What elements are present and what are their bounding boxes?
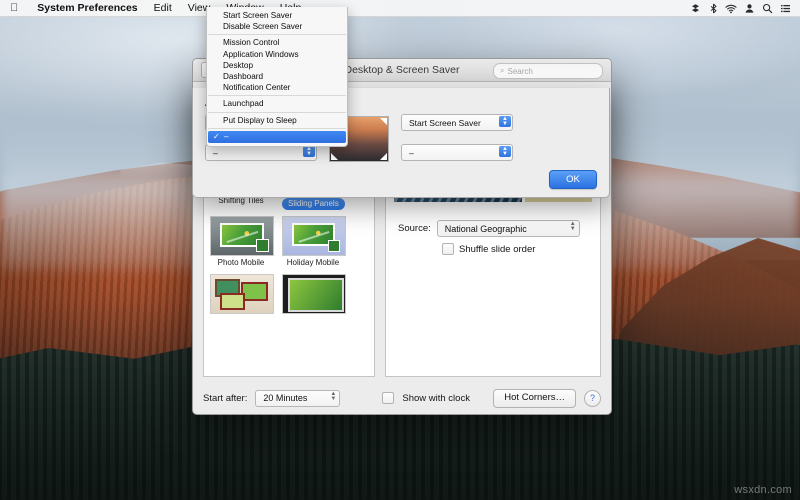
- dropbox-icon[interactable]: [686, 0, 704, 16]
- screensaver-thumbnail: [282, 274, 346, 314]
- menu-option-notification-center[interactable]: Notification Center: [207, 82, 347, 93]
- shuffle-row[interactable]: Shuffle slide order: [442, 243, 600, 255]
- menu-option-desktop[interactable]: Desktop: [207, 60, 347, 71]
- screensaver-name: Holiday Mobile: [286, 258, 340, 267]
- corner-marker-bottom-left-icon: [331, 153, 338, 160]
- show-clock-label: Show with clock: [402, 392, 470, 404]
- chevron-updown-icon: ▲ ▼: [569, 221, 576, 232]
- source-select[interactable]: National Geographic ▲ ▼: [436, 220, 580, 237]
- search-field[interactable]: ⌕ Search: [493, 63, 603, 79]
- menu-option-launchpad[interactable]: Launchpad: [207, 98, 347, 109]
- menu-option-start-screen-saver[interactable]: Start Screen Saver: [207, 10, 347, 21]
- bluetooth-icon[interactable]: [704, 0, 722, 16]
- shuffle-label: Shuffle slide order: [459, 243, 536, 255]
- shuffle-checkbox[interactable]: [442, 243, 454, 255]
- source-row: Source: National Geographic ▲ ▼: [398, 220, 600, 237]
- source-value: National Geographic: [444, 223, 527, 234]
- menu-separator: [208, 127, 346, 129]
- screensaver-name: Sliding Panels: [282, 198, 345, 210]
- wifi-icon[interactable]: [722, 0, 740, 16]
- bottom-left-corner-value: –: [213, 147, 218, 158]
- menu-separator: [208, 95, 346, 97]
- user-account-icon[interactable]: [740, 0, 758, 16]
- list-item[interactable]: [210, 274, 274, 316]
- screensaver-name: Photo Mobile: [217, 258, 265, 267]
- watermark: wsxdn.com: [734, 484, 792, 496]
- list-item[interactable]: [282, 274, 346, 316]
- checkmark-icon: ✓: [213, 131, 220, 141]
- top-right-corner-select[interactable]: Start Screen Saver ▲ ▼: [401, 114, 513, 131]
- bottom-right-corner-select[interactable]: – ▲ ▼: [401, 144, 513, 161]
- apple-menu-icon[interactable]: : [0, 2, 29, 14]
- start-after-value: 20 Minutes: [263, 393, 308, 403]
- source-label: Source:: [398, 223, 431, 234]
- notification-center-icon[interactable]: [776, 0, 794, 16]
- source-options: Source: National Geographic ▲ ▼ Shuffle …: [386, 220, 600, 255]
- menu-option-application-windows[interactable]: Application Windows: [207, 49, 347, 60]
- menu-option-none-selected[interactable]: ✓ –: [208, 130, 346, 143]
- menu-separator: [208, 111, 346, 113]
- bottom-toolbar: Start after: 20 Minutes ▲ ▼ Show with cl…: [203, 388, 601, 408]
- menu-option-dashboard[interactable]: Dashboard: [207, 71, 347, 82]
- menu-item-system-preferences[interactable]: System Preferences: [29, 0, 145, 16]
- show-clock-checkbox[interactable]: [382, 392, 395, 404]
- hot-corners-button[interactable]: Hot Corners…: [493, 388, 576, 408]
- help-button[interactable]: ?: [584, 389, 601, 407]
- screensaver-thumbnail: [210, 216, 274, 256]
- top-right-corner-value: Start Screen Saver: [409, 117, 481, 128]
- search-icon: ⌕: [500, 66, 505, 75]
- chevron-updown-icon: ▲ ▼: [330, 390, 337, 402]
- bottom-right-corner-value: –: [409, 147, 414, 158]
- menu-bar:  System Preferences Edit View Window He…: [0, 0, 800, 17]
- chevron-updown-icon: ▲ ▼: [303, 146, 315, 157]
- chevron-updown-icon: ▲ ▼: [499, 146, 511, 157]
- menu-option-put-display-to-sleep[interactable]: Put Display to Sleep: [207, 115, 347, 126]
- menu-option-none-label: –: [224, 131, 229, 141]
- start-after-select[interactable]: 20 Minutes ▲ ▼: [255, 389, 341, 407]
- spotlight-search-icon[interactable]: [758, 0, 776, 16]
- search-placeholder: Search: [507, 66, 533, 76]
- start-after-label: Start after:: [203, 392, 248, 404]
- menu-bar-status-icons: [686, 0, 800, 16]
- chevron-updown-icon: ▲ ▼: [499, 116, 511, 127]
- list-item[interactable]: Holiday Mobile: [282, 216, 346, 268]
- list-item[interactable]: Photo Mobile: [210, 216, 274, 268]
- ok-button[interactable]: OK: [549, 170, 597, 189]
- menu-item-edit[interactable]: Edit: [146, 0, 180, 16]
- corner-marker-top-right-icon: [380, 118, 387, 125]
- menu-option-mission-control[interactable]: Mission Control: [207, 37, 347, 48]
- menu-separator: [208, 34, 346, 36]
- right-corner-column: Start Screen Saver ▲ ▼ – ▲ ▼: [401, 114, 513, 161]
- corner-marker-bottom-right-icon: [380, 153, 387, 160]
- screen-saver-menu-dropdown: Start Screen Saver Disable Screen Saver …: [206, 7, 348, 147]
- screensaver-thumbnail: [282, 216, 346, 256]
- menu-option-disable-screen-saver[interactable]: Disable Screen Saver: [207, 21, 347, 32]
- screensaver-thumbnail: [210, 274, 274, 314]
